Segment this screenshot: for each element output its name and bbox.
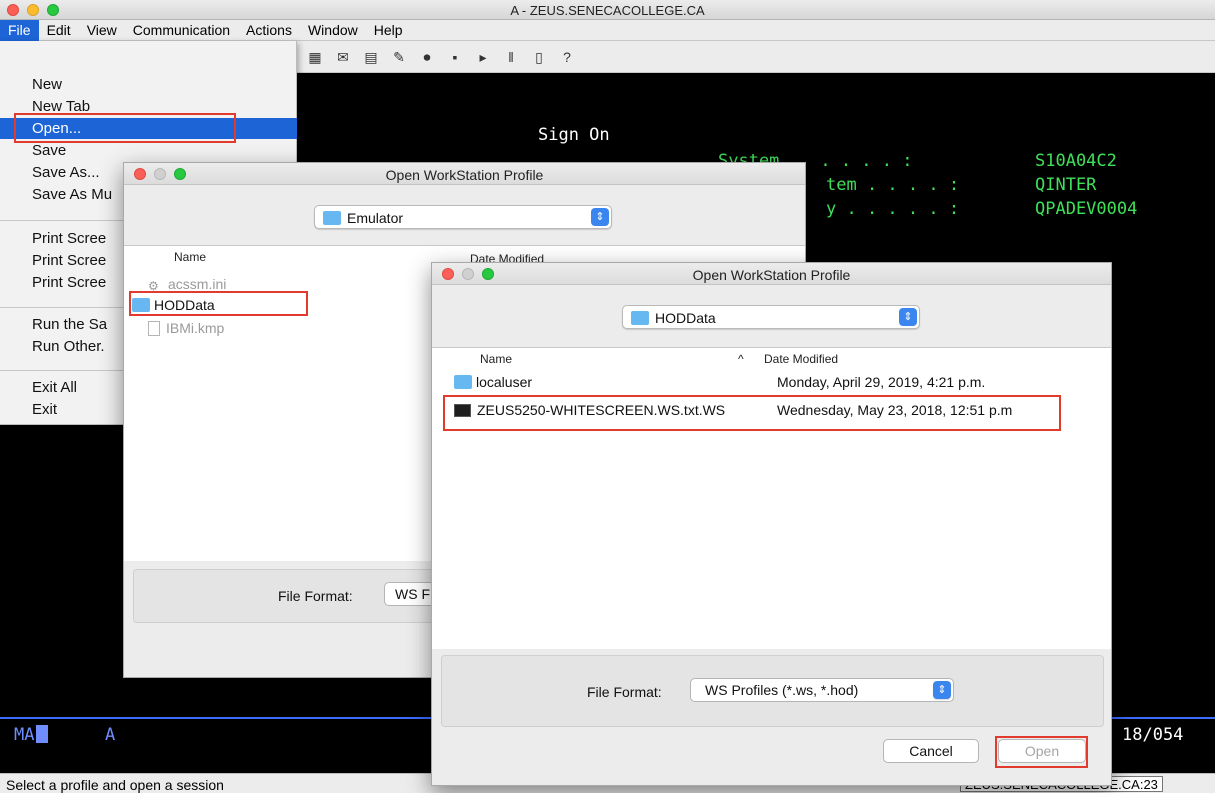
file-format-select-label: WS Profiles (*.ws, *.hod) — [705, 682, 859, 698]
sort-ascending-icon[interactable]: ^ — [738, 352, 744, 366]
menu-actions[interactable]: Actions — [238, 20, 300, 41]
popup-stepper-icon: ⇕ — [591, 208, 609, 226]
notes-icon[interactable]: ▯ — [529, 47, 549, 67]
mail-icon[interactable]: ✉ — [333, 47, 353, 67]
menu-view[interactable]: View — [79, 20, 125, 41]
menu-communication[interactable]: Communication — [125, 20, 238, 41]
menu-item-new[interactable]: New — [0, 74, 297, 95]
folder-popup[interactable]: Emulator ⇕ — [314, 205, 612, 229]
file-list[interactable]: Name ^ Date Modified localuser Monday, A… — [432, 347, 1111, 649]
file-format-label: File Format: — [587, 684, 662, 700]
menu-item-open[interactable]: Open... — [0, 118, 297, 139]
list-item[interactable]: HODData — [132, 297, 215, 313]
text-cursor — [36, 725, 49, 743]
oia-session-letter: A — [105, 725, 116, 745]
folder-icon — [631, 311, 649, 325]
pause-macro-icon[interactable]: ‖ — [501, 47, 521, 67]
display-field-label: y . . . . . : — [826, 199, 960, 219]
window-title: A - ZEUS.SENECACOLLEGE.CA — [510, 3, 705, 18]
cancel-button[interactable]: Cancel — [883, 739, 979, 763]
oia-status: MA — [14, 725, 49, 745]
folder-popup[interactable]: HODData ⇕ — [622, 305, 920, 329]
dialog-footer: File Format: WS Profiles (*.ws, *.hod) ⇕ — [441, 655, 1104, 727]
menu-item-save[interactable]: Save — [0, 140, 297, 161]
window-titlebar: A - ZEUS.SENECACOLLEGE.CA — [0, 0, 1215, 20]
list-item-date: Wednesday, May 23, 2018, 12:51 p.m — [777, 402, 1013, 418]
settings-file-icon: ⚙ — [148, 279, 159, 293]
list-item-date: Monday, April 29, 2019, 4:21 p.m. — [777, 374, 986, 390]
list-item[interactable]: ZEUS5250-WHITESCREEN.WS.txt.WS — [454, 402, 725, 418]
menu-help[interactable]: Help — [366, 20, 411, 41]
popup-stepper-icon: ⇕ — [899, 308, 917, 326]
stop-macro-icon[interactable]: ▪ — [445, 47, 465, 67]
subsystem-field-label: tem . . . . : — [826, 175, 960, 195]
menu-item-new-tab[interactable]: New Tab — [0, 96, 297, 117]
folder-icon — [323, 211, 341, 225]
dialog-titlebar: Open WorkStation Profile — [124, 163, 805, 185]
list-item[interactable]: ⚙ acssm.ini — [148, 276, 226, 293]
dialog-titlebar: Open WorkStation Profile — [432, 263, 1111, 285]
folder-icon — [132, 298, 150, 312]
column-header-name[interactable]: Name — [480, 352, 512, 366]
system-field-value: S10A04C2 — [1035, 151, 1117, 171]
open-button[interactable]: Open — [998, 739, 1086, 763]
cursor-position: 18/054 — [1122, 725, 1184, 745]
status-message: Select a profile and open a session — [6, 777, 224, 793]
color-remap-icon[interactable]: ✎ — [389, 47, 409, 67]
subsystem-field-value: QINTER — [1035, 175, 1097, 195]
column-header-date[interactable]: Date Modified — [764, 352, 838, 366]
display-field-value: QPADEV0004 — [1035, 199, 1138, 219]
popup-stepper-icon: ⇕ — [933, 681, 951, 699]
menu-edit[interactable]: Edit — [39, 20, 79, 41]
folder-popup-label: Emulator — [347, 210, 404, 226]
file-format-select[interactable]: WS Profiles (*.ws, *.hod) ⇕ — [690, 678, 954, 702]
help-icon[interactable]: ? — [557, 47, 577, 67]
folder-popup-label: HODData — [655, 310, 716, 326]
list-item[interactable]: IBMi.kmp — [148, 320, 224, 336]
open-profile-dialog-front: Open WorkStation Profile HODData ⇕ Name … — [431, 262, 1112, 786]
macro-icon[interactable]: ▦ — [305, 47, 325, 67]
list-item[interactable]: localuser — [454, 374, 532, 390]
file-format-label: File Format: — [278, 588, 353, 604]
file-icon — [148, 321, 160, 336]
menubar: File Edit View Communication Actions Win… — [0, 19, 1215, 41]
dialog-title: Open WorkStation Profile — [385, 167, 544, 183]
menu-window[interactable]: Window — [300, 20, 366, 41]
folder-icon — [454, 375, 472, 389]
play-macro-icon[interactable]: ▸ — [473, 47, 493, 67]
keypad-icon[interactable]: ▤ — [361, 47, 381, 67]
menu-file[interactable]: File — [0, 19, 39, 41]
record-macro-icon[interactable]: ⏺ — [417, 47, 437, 67]
terminal-file-icon — [454, 404, 471, 417]
column-header-name[interactable]: Name — [174, 250, 206, 264]
dialog-title: Open WorkStation Profile — [692, 267, 851, 283]
sign-on-heading: Sign On — [538, 125, 610, 145]
